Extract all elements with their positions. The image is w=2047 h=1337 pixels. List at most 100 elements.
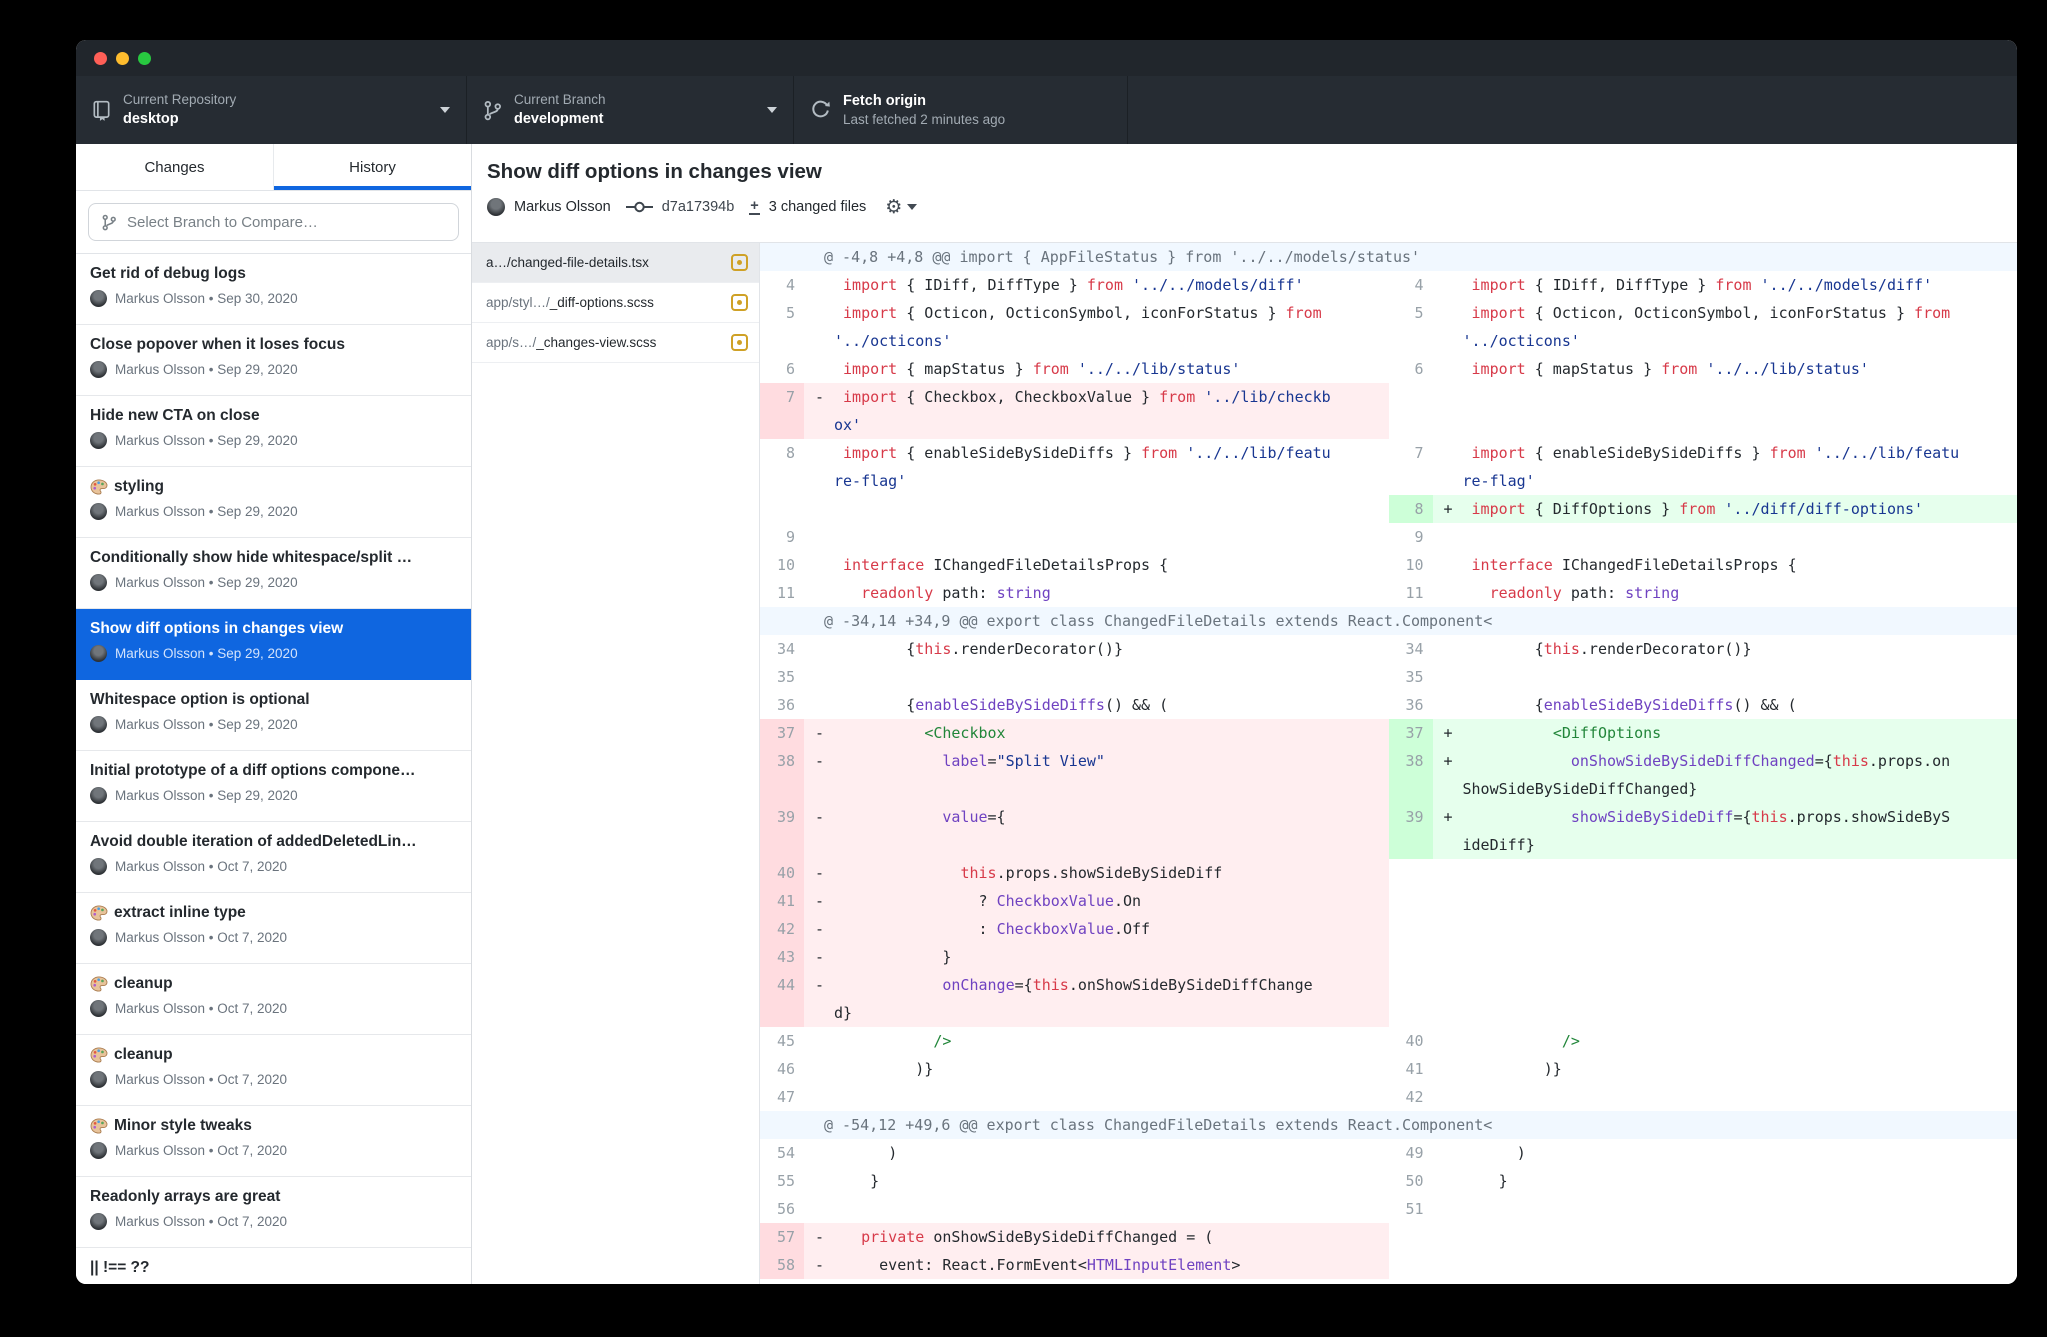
diff-row: 37- <Checkbox37+ <DiffOptions <box>760 719 2017 747</box>
diff-row: 8+ import { DiffOptions } from '../diff/… <box>760 495 2017 523</box>
commit-title: Close popover when it loses focus <box>90 336 457 354</box>
avatar <box>90 361 107 378</box>
commit-meta: Markus Olsson • Sep 29, 2020 <box>90 432 457 449</box>
fetch-origin-button[interactable]: Fetch origin Last fetched 2 minutes ago <box>794 76 1128 144</box>
diff-line-added: 8+ import { DiffOptions } from '../diff/… <box>1389 495 2018 523</box>
code-text <box>834 523 1389 551</box>
commit-list-item[interactable]: Initial prototype of a diff options comp… <box>76 751 471 822</box>
commit-list-item[interactable]: Hide new CTA on closeMarkus Olsson • Sep… <box>76 396 471 467</box>
branch-icon <box>483 100 502 121</box>
diff-marker: - <box>804 887 834 915</box>
changed-file-row[interactable]: app/styl…/_diff-options.scss <box>472 283 759 323</box>
commit-list-item[interactable]: Whitespace option is optionalMarkus Olss… <box>76 680 471 751</box>
diff-view[interactable]: @ -4,8 +4,8 @@ import { AppFileStatus } … <box>760 243 2017 1284</box>
toolbar-spacer <box>1128 76 2017 144</box>
commit-list-item[interactable]: || !== ??Markus Olsson • Oct 7, 2020 <box>76 1248 471 1284</box>
diff-row: 41- ? CheckboxValue.On <box>760 887 2017 915</box>
commit-list-item[interactable]: Close popover when it loses focus Markus … <box>76 325 471 396</box>
diff-marker: - <box>804 719 834 747</box>
commit-list-item[interactable]: Show diff options in changes viewMarkus … <box>76 609 471 680</box>
diff-marker <box>1433 1055 1463 1083</box>
commit-title: Conditionally show hide whitespace/split… <box>90 549 457 567</box>
hunk-header: @ -34,14 +34,9 @@ export class ChangedFi… <box>760 607 2017 635</box>
file-path: app/s…/_changes-view.scss <box>486 335 723 350</box>
minimize-window-button[interactable] <box>116 52 129 65</box>
line-number: 54 <box>760 1139 804 1167</box>
line-number: 44 <box>760 971 804 1027</box>
line-number: 38 <box>760 747 804 803</box>
code-text <box>1463 1195 2018 1223</box>
commit-list-item[interactable]: Avoid double iteration of addedDeletedLi… <box>76 822 471 893</box>
avatar <box>90 929 107 946</box>
code-text: <Checkbox <box>834 719 1389 747</box>
diff-marker <box>804 635 834 663</box>
diff-line-context: 55 } <box>760 1167 1389 1195</box>
current-branch-button[interactable]: Current Branch development <box>467 76 794 144</box>
current-repository-button[interactable]: Current Repository desktop <box>76 76 467 144</box>
palette-emoji-icon <box>90 479 108 495</box>
diff-row: 40- this.props.showSideBySideDiff <box>760 859 2017 887</box>
diff-row: 34 {this.renderDecorator()}34 {this.rend… <box>760 635 2017 663</box>
commit-list[interactable]: Get rid of debug logsMarkus Olsson • Sep… <box>76 254 471 1284</box>
diff-line-context: 35 <box>760 663 1389 691</box>
diff-line-context: 34 {this.renderDecorator()} <box>1389 635 2018 663</box>
code-text: import { enableSideBySideDiffs } from '.… <box>1463 439 2018 495</box>
diff-marker <box>804 1167 834 1195</box>
diff-row: 44- onChange={this.onShowSideBySideDiffC… <box>760 971 2017 1027</box>
diff-line-context: 6 import { mapStatus } from '../../lib/s… <box>760 355 1389 383</box>
commit-list-item[interactable]: stylingMarkus Olsson • Sep 29, 2020 <box>76 467 471 538</box>
hunk-header: @ -4,8 +4,8 @@ import { AppFileStatus } … <box>760 243 2017 271</box>
fetch-title: Fetch origin <box>843 92 1005 110</box>
diff-line-filler <box>1389 915 2018 943</box>
code-text: )} <box>1463 1055 2018 1083</box>
tab-changes[interactable]: Changes <box>76 144 274 190</box>
zoom-window-button[interactable] <box>138 52 151 65</box>
code-text: import { IDiff, DiffType } from '../../m… <box>1463 271 2018 299</box>
diff-marker <box>1433 1027 1463 1055</box>
diff-row: 54 )49 ) <box>760 1139 2017 1167</box>
changed-file-row[interactable]: a…/changed-file-details.tsx <box>472 243 759 283</box>
line-number: 46 <box>760 1055 804 1083</box>
line-number: 41 <box>760 887 804 915</box>
titlebar <box>76 40 2017 76</box>
code-text: showSideBySideDiff={this.props.showSideB… <box>1463 803 2018 859</box>
commit-list-item[interactable]: Readonly arrays are greatMarkus Olsson •… <box>76 1177 471 1248</box>
diff-marker: - <box>804 1251 834 1279</box>
line-number: 39 <box>760 803 804 859</box>
diff-marker <box>1433 1167 1463 1195</box>
code-text: import { Octicon, OcticonSymbol, iconFor… <box>834 299 1389 355</box>
branch-compare-input[interactable]: Select Branch to Compare… <box>88 203 459 241</box>
code-text: onShowSideBySideDiffChanged={this.props.… <box>1463 747 2018 803</box>
line-number: 36 <box>1389 691 1433 719</box>
commit-list-item[interactable]: Minor style tweaksMarkus Olsson • Oct 7,… <box>76 1106 471 1177</box>
commit-meta: Markus Olsson • Oct 7, 2020 <box>90 1000 457 1017</box>
diff-marker: - <box>804 915 834 943</box>
repo-value: desktop <box>123 110 236 128</box>
avatar <box>90 432 107 449</box>
diff-row: 45 />40 /> <box>760 1027 2017 1055</box>
tab-history[interactable]: History <box>274 144 471 190</box>
branch-value: development <box>514 110 606 128</box>
fetch-subtitle: Last fetched 2 minutes ago <box>843 112 1005 129</box>
commit-list-item[interactable]: Get rid of debug logsMarkus Olsson • Sep… <box>76 254 471 325</box>
code-text <box>1463 663 2018 691</box>
commit-list-item[interactable]: cleanupMarkus Olsson • Oct 7, 2020 <box>76 1035 471 1106</box>
diff-row: 3535 <box>760 663 2017 691</box>
diff-marker <box>1433 579 1463 607</box>
code-text: import { mapStatus } from '../../lib/sta… <box>1463 355 2018 383</box>
line-number: 35 <box>760 663 804 691</box>
code-text: readonly path: string <box>1463 579 2018 607</box>
diff-marker <box>1433 1083 1463 1111</box>
commit-list-item[interactable]: cleanupMarkus Olsson • Oct 7, 2020 <box>76 964 471 1035</box>
page-title: Show diff options in changes view <box>487 160 2017 184</box>
commit-list-item[interactable]: Conditionally show hide whitespace/split… <box>76 538 471 609</box>
diff-settings-button[interactable]: ⚙ <box>885 196 917 218</box>
line-number: 58 <box>760 1251 804 1279</box>
commit-meta: Markus Olsson • Sep 29, 2020 <box>90 361 457 378</box>
diff-line-context: 11 readonly path: string <box>1389 579 2018 607</box>
close-window-button[interactable] <box>94 52 107 65</box>
diff-line-filler <box>760 495 1389 523</box>
commit-list-item[interactable]: extract inline typeMarkus Olsson • Oct 7… <box>76 893 471 964</box>
diff-marker: - <box>804 747 834 803</box>
changed-file-row[interactable]: app/s…/_changes-view.scss <box>472 323 759 363</box>
